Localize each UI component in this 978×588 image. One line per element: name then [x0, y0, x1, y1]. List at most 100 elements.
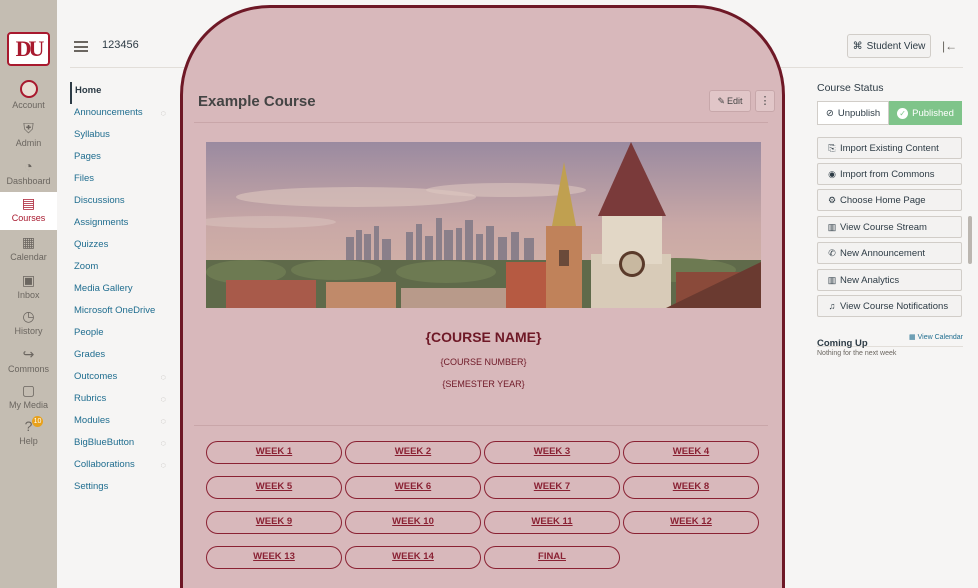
coming-up-empty-text: Nothing for the next week — [817, 350, 897, 357]
course-nav: Home Announcements ◌ Syllabus Pages Files… — [70, 82, 180, 500]
course-nav-home[interactable]: Home — [70, 82, 180, 104]
course-nav-label: Grades — [74, 349, 106, 360]
university-logo[interactable]: DU — [7, 32, 50, 66]
week-10-button[interactable]: WEEK 10 — [345, 511, 481, 534]
global-nav-account[interactable]: Account — [0, 80, 57, 110]
course-nav-label: BigBlueButton — [74, 437, 135, 448]
home-settings-icon: ⚙ — [827, 194, 837, 205]
import-from-commons-button[interactable]: ◉ Import from Commons — [817, 163, 962, 185]
global-nav-admin[interactable]: ⛨ Admin — [0, 120, 57, 148]
edit-button[interactable]: ✎ Edit — [709, 90, 751, 112]
course-number-text: {COURSE NUMBER} — [440, 357, 527, 367]
view-course-stream-button[interactable]: ▥ View Course Stream — [817, 216, 962, 238]
global-nav-dashboard[interactable]: ◔ Dashboard — [0, 158, 57, 186]
course-nav-pages[interactable]: Pages — [70, 148, 180, 170]
calendar-icon: ▦ — [21, 234, 36, 250]
course-nav-media-gallery[interactable]: Media Gallery — [70, 280, 180, 302]
view-calendar-label: View Calendar — [917, 334, 963, 341]
action-label: View Course Stream — [840, 221, 927, 233]
week-13-button[interactable]: WEEK 13 — [206, 546, 342, 569]
global-nav-calendar[interactable]: ▦ Calendar — [0, 234, 57, 262]
canvas-app: DU Account ⛨ Admin ◔ Dashboard ▤ Courses… — [0, 0, 978, 588]
week-5-button[interactable]: WEEK 5 — [206, 476, 342, 499]
global-nav-courses[interactable]: ▤ Courses — [0, 192, 57, 230]
week-14-button[interactable]: WEEK 14 — [345, 546, 481, 569]
coming-up-heading: Coming Up — [817, 338, 868, 349]
course-nav-zoom[interactable]: Zoom — [70, 258, 180, 280]
global-nav-history[interactable]: ◷ History — [0, 308, 57, 336]
published-button[interactable]: ✓ Published — [889, 101, 962, 125]
week-12-button[interactable]: WEEK 12 — [623, 511, 759, 534]
semester-year-text: {SEMESTER YEAR} — [442, 379, 525, 389]
course-nav-quizzes[interactable]: Quizzes — [70, 236, 180, 258]
title-divider — [194, 122, 768, 123]
campus-banner-image — [206, 142, 761, 308]
import-existing-content-button[interactable]: ⎘ Import Existing Content — [817, 137, 962, 159]
global-nav-inbox[interactable]: ▣ Inbox — [0, 272, 57, 300]
course-nav-onedrive[interactable]: Microsoft OneDrive — [70, 302, 180, 324]
edit-label: Edit — [727, 96, 743, 106]
global-nav-commons[interactable]: ↪ Commons — [0, 346, 57, 374]
clock-icon: ◷ — [22, 308, 35, 324]
course-nav-bigbluebutton[interactable]: BigBlueButton ◌ — [70, 434, 180, 456]
course-nav-outcomes[interactable]: Outcomes ◌ — [70, 368, 180, 390]
week-1-button[interactable]: WEEK 1 — [206, 441, 342, 464]
global-nav-admin-label: Admin — [15, 138, 42, 148]
week-6-button[interactable]: WEEK 6 — [345, 476, 481, 499]
week-3-button[interactable]: WEEK 3 — [484, 441, 620, 464]
new-announcement-button[interactable]: ✆ New Announcement — [817, 242, 962, 264]
global-nav: DU Account ⛨ Admin ◔ Dashboard ▤ Courses… — [0, 0, 57, 588]
week-7-button[interactable]: WEEK 7 — [484, 476, 620, 499]
global-nav-help[interactable]: ? 10 Help — [0, 416, 57, 446]
scrollbar[interactable] — [968, 216, 972, 264]
week-4-button[interactable]: WEEK 4 — [623, 441, 759, 464]
course-nav-collaborations[interactable]: Collaborations ◌ — [70, 456, 180, 478]
week-2-button[interactable]: WEEK 2 — [345, 441, 481, 464]
course-nav-modules[interactable]: Modules ◌ — [70, 412, 180, 434]
course-nav-rubrics[interactable]: Rubrics ◌ — [70, 390, 180, 412]
course-nav-announcements[interactable]: Announcements ◌ — [70, 104, 180, 126]
more-options-button[interactable]: ⋮ — [755, 90, 775, 112]
course-nav-label: Discussions — [74, 195, 125, 206]
breadcrumb[interactable]: 123456 — [102, 39, 139, 51]
course-nav-assignments[interactable]: Assignments — [70, 214, 180, 236]
collapse-icon[interactable]: |← — [942, 39, 957, 53]
course-nav-label: Pages — [74, 151, 101, 162]
course-nav-label: Collaborations — [74, 459, 135, 470]
course-status-heading: Course Status — [817, 82, 884, 94]
course-nav-label: Modules — [74, 415, 110, 426]
action-label: New Announcement — [840, 247, 926, 259]
course-nav-syllabus[interactable]: Syllabus — [70, 126, 180, 148]
glasses-icon: ⌘ — [852, 40, 863, 52]
logo-text: DU — [15, 36, 45, 61]
week-11-button[interactable]: WEEK 11 — [484, 511, 620, 534]
hidden-eye-icon: ◌ — [160, 460, 166, 470]
choose-home-page-button[interactable]: ⚙ Choose Home Page — [817, 189, 962, 211]
week-8-button[interactable]: WEEK 8 — [623, 476, 759, 499]
course-nav-discussions[interactable]: Discussions — [70, 192, 180, 214]
course-nav-settings[interactable]: Settings — [70, 478, 180, 500]
publish-toggle: ⊘ Unpublish ✓ Published — [817, 101, 962, 125]
week-9-button[interactable]: WEEK 9 — [206, 511, 342, 534]
course-nav-label: Rubrics — [74, 393, 107, 404]
view-course-notifications-button[interactable]: ♫ View Course Notifications — [817, 295, 962, 317]
unpublish-button[interactable]: ⊘ Unpublish — [817, 101, 889, 125]
hamburger-menu-icon[interactable] — [74, 41, 88, 52]
right-sidebar: Course Status ⊘ Unpublish ✓ Published ⎘ … — [817, 82, 963, 357]
course-nav-files[interactable]: Files — [70, 170, 180, 192]
unpublish-icon: ⊘ — [825, 107, 834, 119]
dashboard-icon: ◔ — [24, 158, 33, 174]
new-analytics-button[interactable]: ▥ New Analytics — [817, 269, 962, 291]
course-nav-label: Quizzes — [74, 239, 109, 250]
view-calendar-link[interactable]: ▦ View Calendar — [909, 333, 963, 341]
student-view-button[interactable]: ⌘ Student View — [847, 34, 931, 58]
course-nav-people[interactable]: People — [70, 324, 180, 346]
campus-skyline-illustration — [206, 142, 761, 308]
shield-icon: ⛨ — [23, 120, 34, 136]
global-nav-my-media[interactable]: ▢ My Media — [0, 382, 57, 410]
global-nav-calendar-label: Calendar — [10, 252, 47, 262]
final-button[interactable]: FINAL — [484, 546, 620, 569]
course-nav-label: Media Gallery — [74, 283, 133, 294]
course-nav-grades[interactable]: Grades — [70, 346, 180, 368]
commons-icon: ◉ — [828, 168, 836, 179]
